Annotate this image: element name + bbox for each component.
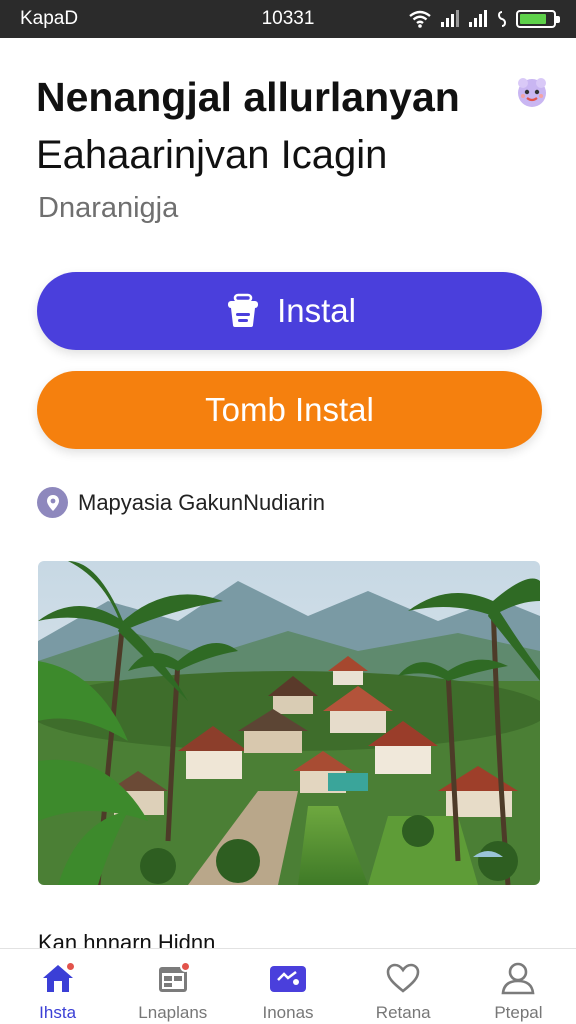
tomb-install-button[interactable]: Tomb Instal xyxy=(37,371,542,449)
page-subtitle: Dnaranigja xyxy=(38,192,179,224)
nav-profile-icon-wrap xyxy=(498,961,538,999)
app-screen: KapaD 10331 Nenangjal allurlanyan Eahaar… xyxy=(0,0,576,1024)
carrier-label: KapaD xyxy=(20,8,79,29)
location-text: Mapyasia GakunNudiarin xyxy=(78,489,326,515)
notification-badge xyxy=(179,961,191,972)
tomb-install-button-label: Tomb Instal xyxy=(205,391,374,428)
nav-label-plans: Lnaplans xyxy=(138,1003,208,1022)
install-button-label: Instal xyxy=(277,292,356,329)
battery-icon xyxy=(516,10,560,28)
title-line-2: Eahaarinjvan Icagin xyxy=(36,133,388,177)
nav-home-icon-wrap xyxy=(38,961,78,999)
nav-item-profile[interactable]: Ptepal xyxy=(461,949,576,1024)
nav-item-plans[interactable]: Lnaplans xyxy=(115,949,230,1024)
page-title: Nenangjal allurlanyan Eahaarinjvan Icagi… xyxy=(36,68,556,184)
location-pin-icon xyxy=(37,487,68,518)
nav-label-tickets: Inonas xyxy=(262,1003,314,1022)
title-line-1: Nenangjal allurlanyan xyxy=(36,74,460,120)
nav-tickets-icon-wrap xyxy=(268,961,308,999)
nav-label-profile: Ptepal xyxy=(494,1003,543,1022)
status-indicators xyxy=(408,10,560,28)
install-button[interactable]: Instal xyxy=(37,272,542,350)
nav-label-saved: Retana xyxy=(375,1003,431,1022)
nav-plans-icon-wrap xyxy=(153,961,193,999)
profile-icon xyxy=(500,961,536,1000)
status-bar: KapaD 10331 xyxy=(0,0,576,38)
nav-item-saved[interactable]: Retana xyxy=(346,949,461,1024)
location-row[interactable]: Mapyasia GakunNudiarin xyxy=(37,487,325,518)
data-icon xyxy=(496,10,508,28)
signal-icon xyxy=(440,10,460,28)
village-photo[interactable] xyxy=(38,561,540,885)
battery-level xyxy=(520,14,546,24)
signal-2-icon xyxy=(468,10,488,28)
nav-label-home: Ihsta xyxy=(39,1003,77,1022)
bottom-nav: Ihsta Lnaplans Inonas Retana Ptepal xyxy=(0,948,576,1024)
basket-icon xyxy=(223,291,263,331)
ticket-icon xyxy=(268,962,308,999)
nav-item-home[interactable]: Ihsta xyxy=(0,949,115,1024)
mascot-icon xyxy=(514,74,550,110)
heart-icon xyxy=(385,962,421,999)
nav-saved-icon-wrap xyxy=(383,961,423,999)
notification-badge xyxy=(64,961,76,972)
wifi-icon xyxy=(408,10,432,28)
nav-item-tickets[interactable]: Inonas xyxy=(230,949,345,1024)
